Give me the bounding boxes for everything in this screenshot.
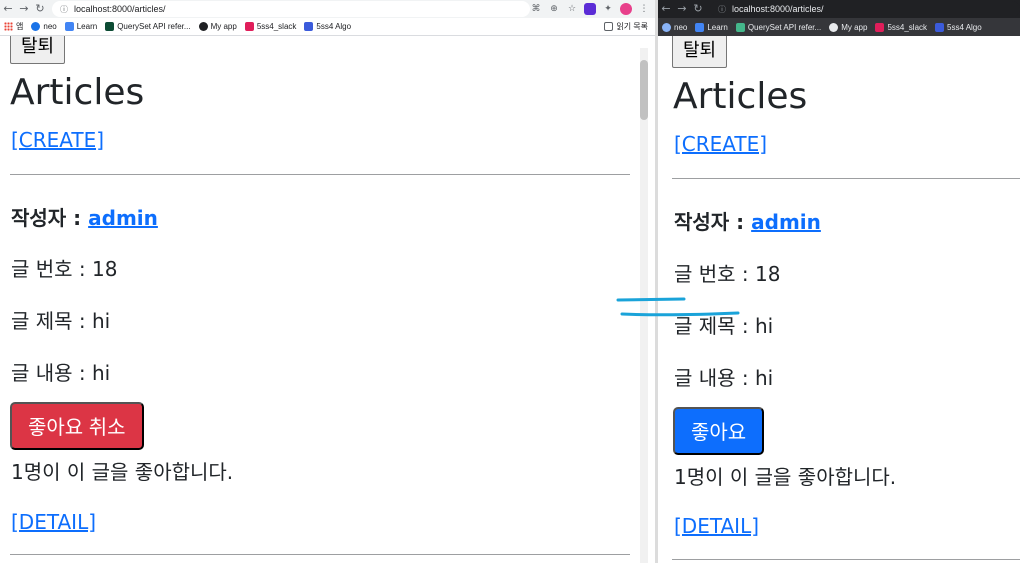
article-title: 글 제목 : hi bbox=[11, 309, 111, 333]
slack-icon bbox=[875, 22, 885, 32]
page-title: Articles bbox=[673, 76, 808, 117]
author-link[interactable]: admin bbox=[751, 210, 821, 234]
bookmark-queryset[interactable]: QuerySet API refer... bbox=[735, 22, 822, 32]
translate-icon[interactable]: ⌘ bbox=[530, 3, 542, 15]
algo-icon bbox=[935, 22, 945, 32]
bookmark-algo[interactable]: 5ss4 Algo bbox=[304, 22, 351, 31]
django-icon bbox=[105, 22, 115, 31]
reading-list[interactable]: 읽기 목록 bbox=[604, 21, 656, 32]
article-content: 글 내용 : hi bbox=[674, 366, 774, 390]
reload-icon[interactable]: ↻ bbox=[690, 1, 706, 17]
bookmark-algo[interactable]: 5ss4 Algo bbox=[935, 22, 982, 32]
divider bbox=[10, 174, 630, 175]
right-browser-window: ← → ↻ ⓘ localhost:8000/articles/ neo Lea… bbox=[658, 0, 1020, 563]
forward-arrow-icon[interactable]: → bbox=[16, 1, 32, 17]
scrollbar[interactable] bbox=[640, 48, 648, 563]
bookmark-label: neo bbox=[43, 22, 57, 31]
article-number: 글 번호 : 18 bbox=[674, 262, 781, 286]
bookmarks-bar: 앱 neo Learn QuerySet API refer... My app… bbox=[0, 18, 656, 36]
app-icon bbox=[829, 22, 839, 32]
article-content: 글 내용 : hi bbox=[11, 361, 111, 385]
bookmark-label: QuerySet API refer... bbox=[747, 22, 822, 32]
divider bbox=[10, 554, 630, 555]
reading-list-label: 읽기 목록 bbox=[616, 22, 648, 31]
learn-icon bbox=[64, 22, 74, 31]
bookmark-label: QuerySet API refer... bbox=[117, 22, 191, 31]
bookmark-label: 5ss4 Algo bbox=[316, 22, 352, 31]
address-bar[interactable]: ⓘ localhost:8000/articles/ bbox=[710, 1, 1020, 17]
bookmark-queryset[interactable]: QuerySet API refer... bbox=[105, 22, 191, 31]
unlike-button[interactable]: 좋아요 취소 bbox=[10, 402, 144, 450]
left-browser-window: ← → ↻ ⓘ localhost:8000/articles/ ⌘ ⊕ ☆ ✦… bbox=[0, 0, 656, 563]
divider bbox=[672, 559, 1020, 560]
menu-icon[interactable]: ⋮ bbox=[638, 3, 650, 15]
bookmark-label: My app bbox=[210, 22, 237, 31]
author-line: 작성자 : admin bbox=[11, 202, 158, 231]
author-link[interactable]: admin bbox=[88, 206, 158, 230]
url-text: localhost:8000/articles/ bbox=[74, 4, 166, 14]
bookmark-label: My app bbox=[841, 22, 868, 32]
bookmarks-bar: neo Learn QuerySet API refer... My app 5… bbox=[658, 18, 1020, 36]
bookmark-neo[interactable]: neo bbox=[662, 22, 688, 32]
bookmark-learn[interactable]: Learn bbox=[695, 22, 728, 32]
bookmark-apps[interactable]: 앱 bbox=[4, 21, 23, 32]
article-number: 글 번호 : 18 bbox=[11, 257, 118, 281]
back-arrow-icon[interactable]: ← bbox=[0, 1, 16, 17]
bookmark-label: Learn bbox=[76, 22, 98, 31]
page-content: 탈퇴 Articles [CREATE] 작성자 : admin 글 번호 : … bbox=[0, 36, 656, 563]
author-label: 작성자 : bbox=[11, 206, 89, 230]
page-title: Articles bbox=[10, 72, 145, 113]
globe-icon bbox=[662, 22, 671, 32]
detail-link[interactable]: [DETAIL] bbox=[11, 510, 96, 534]
star-icon[interactable]: ☆ bbox=[566, 3, 578, 15]
bookmark-label: 5ss4 Algo bbox=[947, 22, 982, 32]
bookmark-label: 5ss4_slack bbox=[887, 22, 928, 32]
like-count: 1명이 이 글을 좋아합니다. bbox=[11, 460, 234, 484]
reload-icon[interactable]: ↻ bbox=[32, 1, 48, 17]
scroll-thumb[interactable] bbox=[640, 60, 648, 120]
reading-list-icon bbox=[604, 22, 614, 31]
bookmark-label: Learn bbox=[707, 22, 728, 32]
create-link[interactable]: [CREATE] bbox=[674, 132, 767, 156]
info-icon: ⓘ bbox=[60, 4, 68, 14]
bookmark-label: 앱 bbox=[16, 22, 24, 31]
zoom-icon[interactable]: ⊕ bbox=[548, 3, 560, 15]
back-arrow-icon[interactable]: ← bbox=[658, 1, 674, 17]
bookmark-neo[interactable]: neo bbox=[31, 22, 57, 31]
like-button[interactable]: 좋아요 bbox=[673, 407, 765, 455]
bookmark-slack[interactable]: 5ss4_slack bbox=[244, 22, 297, 31]
puzzle-icon[interactable]: ✦ bbox=[602, 3, 614, 15]
app-icon bbox=[198, 22, 208, 31]
learn-icon bbox=[695, 22, 705, 32]
globe-icon bbox=[31, 22, 41, 31]
bookmark-my-app[interactable]: My app bbox=[198, 22, 237, 31]
bookmark-slack[interactable]: 5ss4_slack bbox=[875, 22, 928, 32]
detail-link[interactable]: [DETAIL] bbox=[674, 514, 759, 538]
create-link[interactable]: [CREATE] bbox=[11, 128, 104, 152]
leave-button[interactable]: 탈퇴 bbox=[10, 36, 66, 64]
divider bbox=[672, 178, 1020, 179]
author-label: 작성자 : bbox=[674, 210, 752, 234]
algo-icon bbox=[304, 22, 314, 31]
info-icon: ⓘ bbox=[718, 4, 726, 14]
apps-grid-icon bbox=[4, 22, 13, 31]
bookmark-label: neo bbox=[674, 22, 688, 32]
bookmark-my-app[interactable]: My app bbox=[829, 22, 868, 32]
author-line: 작성자 : admin bbox=[674, 206, 821, 235]
bookmark-learn[interactable]: Learn bbox=[64, 22, 98, 31]
browser-toolbar: ← → ↻ ⓘ localhost:8000/articles/ ⌘ ⊕ ☆ ✦… bbox=[0, 0, 656, 18]
like-count: 1명이 이 글을 좋아합니다. bbox=[674, 465, 897, 489]
address-bar[interactable]: ⓘ localhost:8000/articles/ bbox=[52, 1, 530, 17]
leave-button[interactable]: 탈퇴 bbox=[672, 36, 728, 68]
forward-arrow-icon[interactable]: → bbox=[674, 1, 690, 17]
article-title: 글 제목 : hi bbox=[674, 314, 774, 338]
slack-icon bbox=[244, 22, 254, 31]
page-content: 탈퇴 Articles [CREATE] 작성자 : admin 글 번호 : … bbox=[658, 36, 1020, 563]
bookmark-label: 5ss4_slack bbox=[256, 22, 297, 31]
extension-icon[interactable] bbox=[584, 3, 596, 15]
profile-avatar[interactable] bbox=[620, 3, 632, 15]
browser-toolbar: ← → ↻ ⓘ localhost:8000/articles/ bbox=[658, 0, 1020, 18]
django-icon bbox=[735, 22, 745, 32]
url-text: localhost:8000/articles/ bbox=[732, 4, 824, 14]
